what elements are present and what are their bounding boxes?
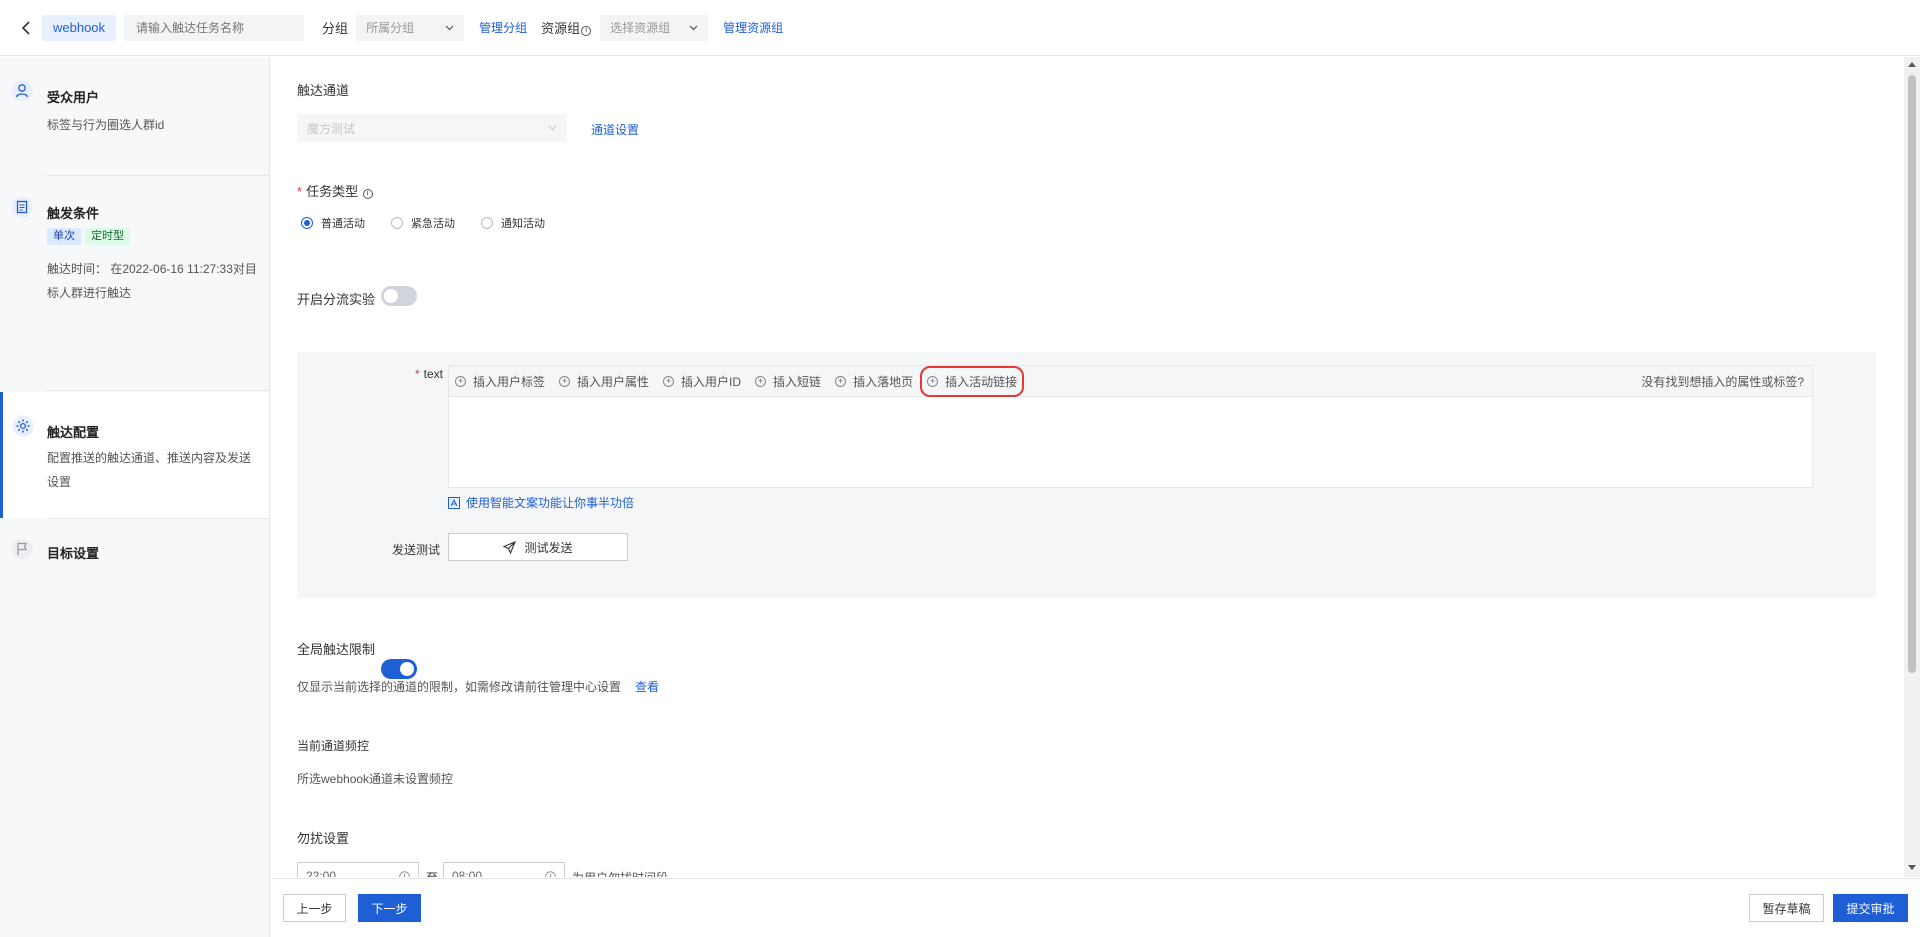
dnd-desc: 为用户勿扰时间段 — [572, 869, 668, 877]
smart-copy-link[interactable]: 使用智能文案功能让你事半功倍 — [448, 494, 634, 511]
plus-circle-icon: + — [663, 375, 675, 387]
resource-select-value: 选择资源组 — [610, 21, 671, 35]
info-icon: i — [581, 25, 592, 36]
radio-notice[interactable]: 通知活动 — [481, 215, 545, 231]
radio-dot — [301, 217, 313, 229]
prev-step-button[interactable]: 上一步 — [283, 894, 346, 922]
channel-tag: webhook — [42, 14, 117, 41]
plus-circle-icon: + — [927, 375, 939, 387]
group-select-value: 所属分组 — [366, 21, 415, 35]
smart-copy-icon — [448, 496, 460, 509]
missing-attr-hint[interactable]: 没有找到想插入的属性或标签? — [1641, 373, 1804, 390]
insert-activity-link-button[interactable]: + 插入活动链接 — [920, 365, 1025, 397]
insert-user-id-button[interactable]: + 插入用户ID — [663, 373, 741, 390]
channel-select[interactable]: 魔方测试 — [297, 114, 567, 142]
submit-approval-button[interactable]: 提交审批 — [1833, 894, 1908, 922]
step-desc: 标签与行为圈选人群id — [47, 118, 165, 132]
freq-desc: 所选webhook通道未设置频控 — [297, 772, 454, 786]
radio-normal[interactable]: 普通活动 — [301, 215, 365, 231]
global-limit-toggle[interactable] — [381, 659, 417, 679]
step-config[interactable]: 触达配置 配置推送的触达通道、推送内容及发送设置 — [0, 392, 269, 518]
step-audience[interactable]: 受众用户 标签与行为圈选人群id — [0, 57, 269, 177]
text-editor[interactable]: + 插入用户标签 + 插入用户属性 + 插入用户ID + 插入短链 + 插入落地页 + 插入… — [448, 365, 1813, 488]
clock-icon — [399, 870, 410, 877]
clock-icon — [545, 870, 556, 877]
step-title: 目标设置 — [47, 546, 100, 561]
global-limit-desc: 仅显示当前选择的通道的限制，如需修改请前往管理中心设置 — [297, 680, 622, 694]
dnd-end-input[interactable]: 08:00 — [443, 862, 565, 877]
step-trigger[interactable]: 触发条件 单次 定时型 触达时间： 在2022-06-16 11:27:33对目标… — [0, 177, 269, 391]
resource-select[interactable]: 选择资源组 — [600, 14, 709, 41]
chevron-down-icon — [445, 25, 454, 30]
flag-icon — [10, 537, 34, 561]
step-desc: 配置推送的触达通道、推送内容及发送设置 — [47, 451, 252, 489]
group-select[interactable]: 所属分组 — [356, 14, 465, 41]
manage-resource-link[interactable]: 管理资源组 — [723, 19, 783, 36]
editor-toolbar: + 插入用户标签 + 插入用户属性 + 插入用户ID + 插入短链 + 插入落地页 + 插入… — [449, 365, 1812, 397]
scroll-up-icon[interactable] — [1908, 61, 1916, 67]
task-type-label: * 任务类型 i — [297, 181, 373, 200]
radio-urgent[interactable]: 紧急活动 — [391, 215, 455, 231]
task-type-radio-group: 普通活动 紧急活动 通知活动 — [301, 215, 545, 231]
radio-dot — [481, 217, 493, 229]
plus-circle-icon: + — [455, 375, 466, 387]
view-link[interactable]: 查看 — [635, 678, 659, 695]
save-draft-button[interactable]: 暂存草稿 — [1749, 894, 1824, 922]
scroll-thumb[interactable] — [1908, 75, 1916, 673]
freq-title: 当前通道频控 — [297, 739, 370, 753]
test-send-button[interactable]: 测试发送 — [448, 533, 628, 561]
toggle-knob — [400, 662, 414, 676]
split-test-toggle[interactable] — [381, 286, 417, 306]
split-test-label: 开启分流实验 — [297, 292, 376, 307]
user-icon — [10, 79, 34, 103]
step-title: 触发条件 — [47, 206, 100, 221]
resource-group-label: 资源组 i — [541, 18, 592, 37]
steps-sidebar: 受众用户 标签与行为圈选人群id 触发条件 单次 定时型 触达时间： 在2022-… — [0, 57, 270, 937]
chevron-down-icon — [689, 25, 698, 30]
next-step-button[interactable]: 下一步 — [358, 894, 421, 922]
task-name-input[interactable] — [124, 14, 305, 41]
scroll-down-icon[interactable] — [1908, 865, 1916, 871]
plus-circle-icon: + — [835, 375, 847, 387]
insert-user-tag-button[interactable]: + 插入用户标签 — [455, 373, 545, 390]
chevron-down-icon — [548, 125, 557, 131]
footer-bar: 上一步 下一步 暂存草稿 提交审批 — [271, 878, 1920, 937]
scrollbar[interactable] — [1904, 57, 1920, 877]
divider — [47, 390, 269, 391]
step-title: 触达配置 — [47, 425, 100, 440]
plus-circle-icon: + — [755, 375, 767, 387]
manage-group-link[interactable]: 管理分组 — [479, 19, 527, 36]
trigger-badges: 单次 定时型 — [47, 228, 134, 245]
step-title: 受众用户 — [47, 90, 100, 105]
step-goal[interactable]: 目标设置 — [0, 519, 269, 579]
send-icon — [503, 540, 517, 554]
plus-circle-icon: + — [559, 375, 571, 387]
divider — [47, 175, 269, 176]
toggle-knob — [384, 289, 398, 303]
global-limit-label: 全局触达限制 — [297, 642, 376, 657]
back-icon[interactable] — [16, 18, 36, 38]
channel-settings-link[interactable]: 通道设置 — [591, 121, 639, 138]
content-panel: * text + 插入用户标签 + 插入用户属性 + 插入用户ID + 插入短链 + 插入落… — [297, 352, 1876, 598]
channel-label: 触达通道 — [297, 83, 350, 98]
dnd-label: 勿扰设置 — [297, 831, 350, 846]
badge-scheduled: 定时型 — [85, 228, 130, 245]
badge-once: 单次 — [47, 228, 81, 245]
insert-short-link-button[interactable]: + 插入短链 — [755, 373, 821, 390]
dnd-to: 至 — [426, 869, 438, 877]
radio-dot — [391, 217, 403, 229]
group-label: 分组 — [322, 21, 349, 36]
main-content: 触达通道 魔方测试 通道设置 * 任务类型 i 普通活动 紧急活动 通知活动 开启… — [271, 57, 1901, 877]
info-icon: i — [362, 188, 373, 199]
calendar-icon — [10, 195, 34, 219]
insert-user-attr-button[interactable]: + 插入用户属性 — [559, 373, 649, 390]
text-label: * text — [415, 367, 444, 381]
insert-landing-page-button[interactable]: + 插入落地页 — [835, 373, 913, 390]
dnd-start-input[interactable]: 22:00 — [297, 862, 419, 877]
step-desc: 触达时间： 在2022-06-16 11:27:33对目标人群进行触达 — [47, 262, 257, 300]
channel-select-value: 魔方测试 — [307, 121, 356, 136]
top-bar: webhook 分组 所属分组 管理分组 资源组i 选择资源组 管理资源组 — [0, 0, 1920, 56]
gear-icon — [11, 414, 35, 438]
send-test-label: 发送测试 — [392, 543, 441, 557]
